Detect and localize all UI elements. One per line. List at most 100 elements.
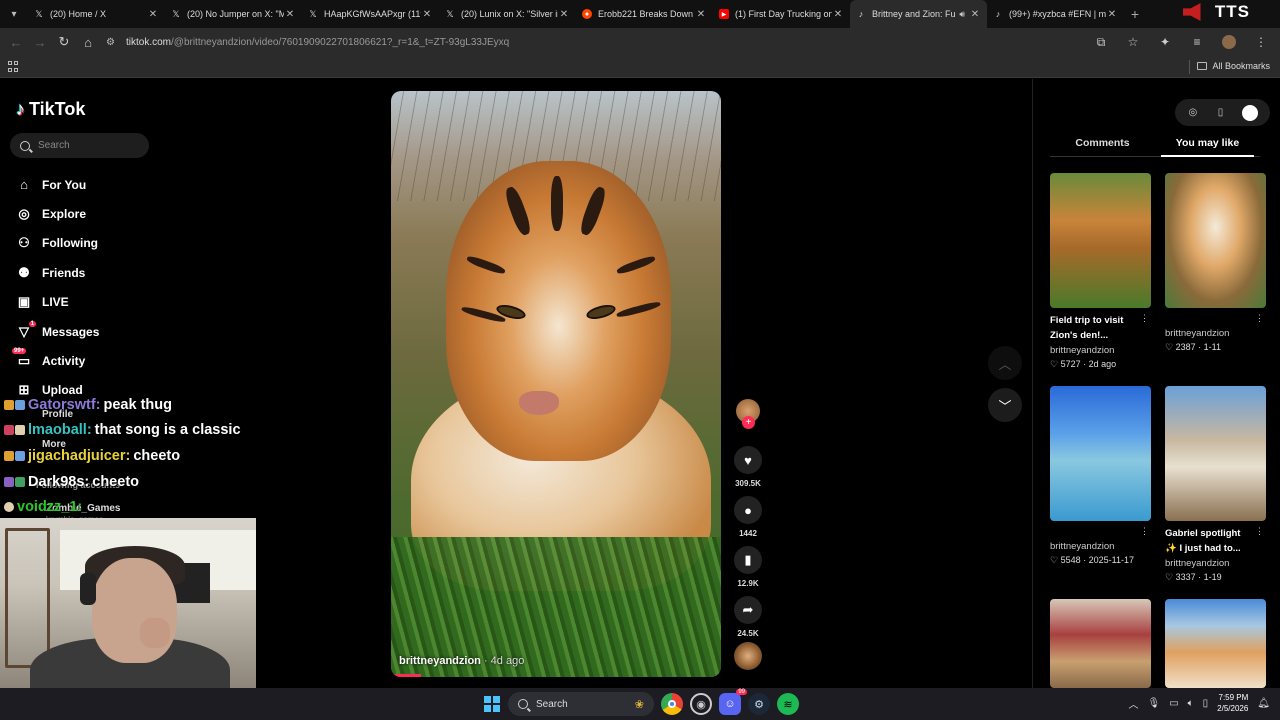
close-icon[interactable]: ✕ [969,9,981,20]
save-button[interactable]: ▮ [734,546,762,574]
browser-tab[interactable]: 𝕏 (20) No Jumper on X: "Ma ✕ [165,0,302,28]
video-thumbnail[interactable] [1165,173,1266,308]
card-user[interactable]: brittneyandzion [1050,541,1151,552]
previous-video-button[interactable]: ︿ [988,346,1022,380]
browser-tab[interactable]: ♪ (99+) #xyzbca #EFN | mar ✕ [987,0,1124,28]
recommended-card[interactable]: ⋮ Gabriel spotlight ✨ I just had to... b… [1165,386,1266,583]
close-icon[interactable]: ✕ [695,9,707,20]
browser-tab[interactable]: 𝕏 (20) Home / X ✕ [28,0,165,28]
chrome-icon[interactable] [661,693,683,715]
network-icon[interactable]: ▭ [1169,698,1178,709]
video-thumbnail[interactable] [1165,386,1266,521]
like-button[interactable]: ♥ [734,446,762,474]
logo-text: TikTok [29,99,86,119]
browser-tab-active[interactable]: ♪ Brittney and Zion: Fu 🔊︎ ✕ [850,0,987,28]
close-icon[interactable]: ✕ [832,9,844,20]
tiktok-logo[interactable]: ♪ TikTok [16,99,85,120]
windows-start-icon[interactable] [484,696,500,712]
close-icon[interactable]: ✕ [558,9,570,20]
recommended-card[interactable]: ⋮ Field trip to visit Zion's den!... bri… [1050,173,1151,370]
creator-avatar[interactable]: + [736,399,760,429]
url-field[interactable]: ⚙ tiktok.com/@brittneyandzion/video/7601… [106,31,1106,53]
more-options-icon[interactable]: ⋮ [1255,526,1264,537]
close-icon[interactable]: ✕ [421,9,433,20]
card-user[interactable]: brittneyandzion [1050,345,1151,356]
like-count: 309.5K [735,479,761,488]
apps-grid-icon[interactable] [8,61,19,72]
music-disc-icon[interactable] [734,642,762,670]
browser-tab[interactable]: 𝕏 HAapKGfWsAAPxgr (1196 ✕ [302,0,439,28]
close-icon[interactable]: ✕ [147,9,159,20]
clock[interactable]: 7:59 PM 2/5/2026 [1217,692,1248,714]
microphone-icon[interactable]: 🎙︎ [1147,698,1160,709]
battery-icon[interactable]: ▯ [1203,698,1209,709]
video-progress-bar[interactable] [391,674,421,677]
reload-icon[interactable]: ↻ [52,30,76,54]
tab-title: Erobb221 Breaks Down o [598,9,695,19]
close-icon[interactable]: ✕ [1106,9,1118,20]
sidebar-item-messages[interactable]: ▽ 1 Messages [16,317,99,346]
profile-avatar[interactable] [1218,30,1240,54]
comment-button[interactable]: ● [734,496,762,524]
tab-you-may-like[interactable]: You may like [1155,131,1260,157]
recommended-card[interactable] [1165,599,1266,688]
notification-bell-icon[interactable]: 🔔︎ [1257,698,1270,709]
card-user[interactable]: brittneyandzion [1165,328,1266,339]
theme-toggle[interactable] [1242,104,1259,121]
video-thumbnail[interactable] [1050,386,1151,521]
bookmark-star-icon[interactable]: ☆ [1122,30,1144,54]
sidebar-item-explore[interactable]: ◎ Explore [16,199,99,228]
follow-plus-icon[interactable]: + [742,416,755,429]
card-stats: ♡ 3337 · 1-19 [1165,572,1222,582]
install-app-icon[interactable]: ⧉ [1090,30,1112,54]
activity-icon: ▭ 99+ [12,348,31,369]
share-button[interactable]: ➦ [734,596,762,624]
back-icon[interactable]: ← [4,30,28,54]
recommended-card[interactable]: ⋮ brittneyandzion ♡ 2387 · 1-11 [1165,173,1266,353]
recommended-card[interactable]: ⋮ brittneyandzion ♡ 5548 · 2025-11-17 [1050,386,1151,566]
site-info-icon[interactable]: ⚙ [106,37,126,48]
search-box[interactable] [10,133,149,158]
volume-icon[interactable]: 🔈︎ [1188,698,1194,709]
tab-comments[interactable]: Comments [1050,131,1155,156]
obs-icon[interactable]: ◉ [690,693,712,715]
sidebar-item-following[interactable]: ⚇ Following [16,229,99,258]
audio-playing-icon[interactable]: 🔊︎ [959,9,965,20]
video-thumbnail[interactable] [1050,173,1151,308]
sidebar-item-live[interactable]: ▣ LIVE [16,288,99,317]
tab-search-icon[interactable]: ▾ [0,0,28,28]
new-tab-button[interactable]: + [1124,6,1146,22]
following-icon: ⚇ [18,235,30,251]
steam-icon[interactable]: ⚙ [748,693,770,715]
all-bookmarks-button[interactable]: All Bookmarks [1197,61,1270,71]
browser-tab[interactable]: ▶ (1) First Day Trucking on t ✕ [713,0,850,28]
phone-icon[interactable]: ▯ [1214,107,1226,119]
compass-small-icon[interactable]: ◎ [1187,107,1199,119]
sidebar-item-activity[interactable]: ▭ 99+ Activity [12,346,99,375]
menu-kebab-icon[interactable]: ⋮ [1250,30,1272,54]
sidebar-item-friends[interactable]: ⚉ Friends [16,258,99,287]
close-icon[interactable]: ✕ [284,9,296,20]
search-input[interactable] [38,140,138,151]
more-options-icon[interactable]: ⋮ [1255,313,1264,324]
extensions-icon[interactable]: ✦ [1154,30,1176,54]
video-thumbnail[interactable] [1050,599,1151,688]
recommended-card[interactable] [1050,599,1151,688]
more-options-icon[interactable]: ⋮ [1140,313,1149,324]
taskbar-search[interactable]: Search ❀ [508,692,654,716]
more-options-icon[interactable]: ⋮ [1140,526,1149,537]
spotify-icon[interactable]: ≋ [777,693,799,715]
browser-tab[interactable]: 𝕏 (20) Lunix on X: "Silver inv ✕ [439,0,576,28]
media-controls-icon[interactable]: ≡ [1186,30,1208,54]
next-video-button[interactable]: ﹀ [988,388,1022,422]
card-user[interactable]: brittneyandzion [1165,558,1266,569]
video-player[interactable]: brittneyandzion · 4d ago [391,91,721,677]
discord-icon[interactable]: ☺ 99 [719,689,747,715]
forward-icon[interactable]: → [28,30,52,54]
video-author[interactable]: brittneyandzion [399,655,481,667]
sidebar-item-for-you[interactable]: ⌂ For You [16,170,99,199]
video-thumbnail[interactable] [1165,599,1266,688]
home-icon[interactable]: ⌂ [76,30,100,54]
browser-tab[interactable]: ● Erobb221 Breaks Down o ✕ [576,0,713,28]
tray-overflow-icon[interactable]: ︿ [1128,696,1138,711]
